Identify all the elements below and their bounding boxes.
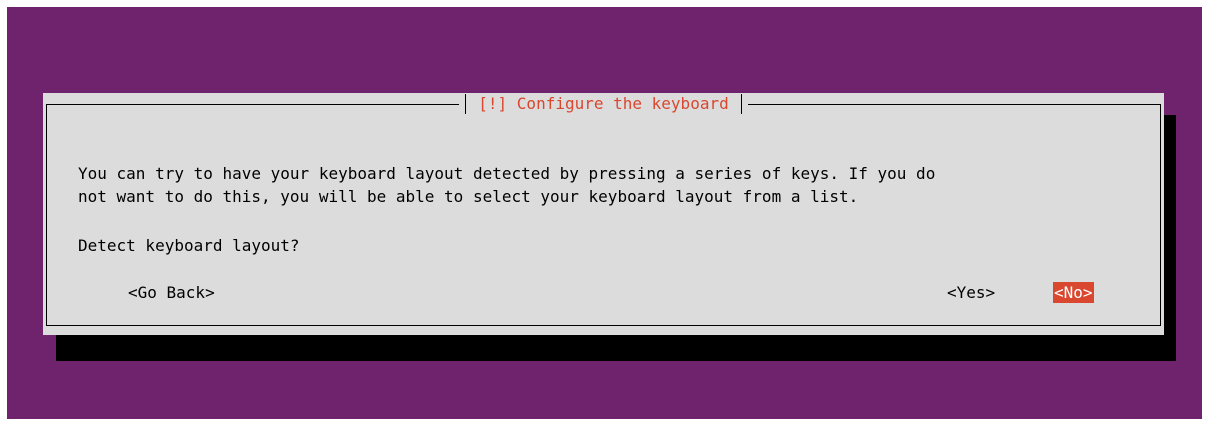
title-right-bracket [740,94,742,114]
dialog-title-bar: [!] Configure the keyboard [47,93,1160,115]
keyboard-config-dialog: [!] Configure the keyboard You can try t… [43,93,1164,335]
yes-button[interactable]: <Yes> [946,282,996,303]
dialog-question: Detect keyboard layout? [78,236,300,255]
go-back-button[interactable]: <Go Back> [127,282,216,303]
description-line-2: not want to do this, you will be able to… [78,187,859,206]
dialog-frame: [!] Configure the keyboard You can try t… [46,93,1161,326]
dialog-title: [!] Configure the keyboard [478,94,729,113]
dialog-title-wrap: [!] Configure the keyboard [459,93,748,115]
dialog-description: You can try to have your keyboard layout… [78,162,935,208]
description-line-1: You can try to have your keyboard layout… [78,164,936,183]
installer-screen: [!] Configure the keyboard You can try t… [7,7,1202,419]
no-button[interactable]: <No> [1053,282,1094,303]
